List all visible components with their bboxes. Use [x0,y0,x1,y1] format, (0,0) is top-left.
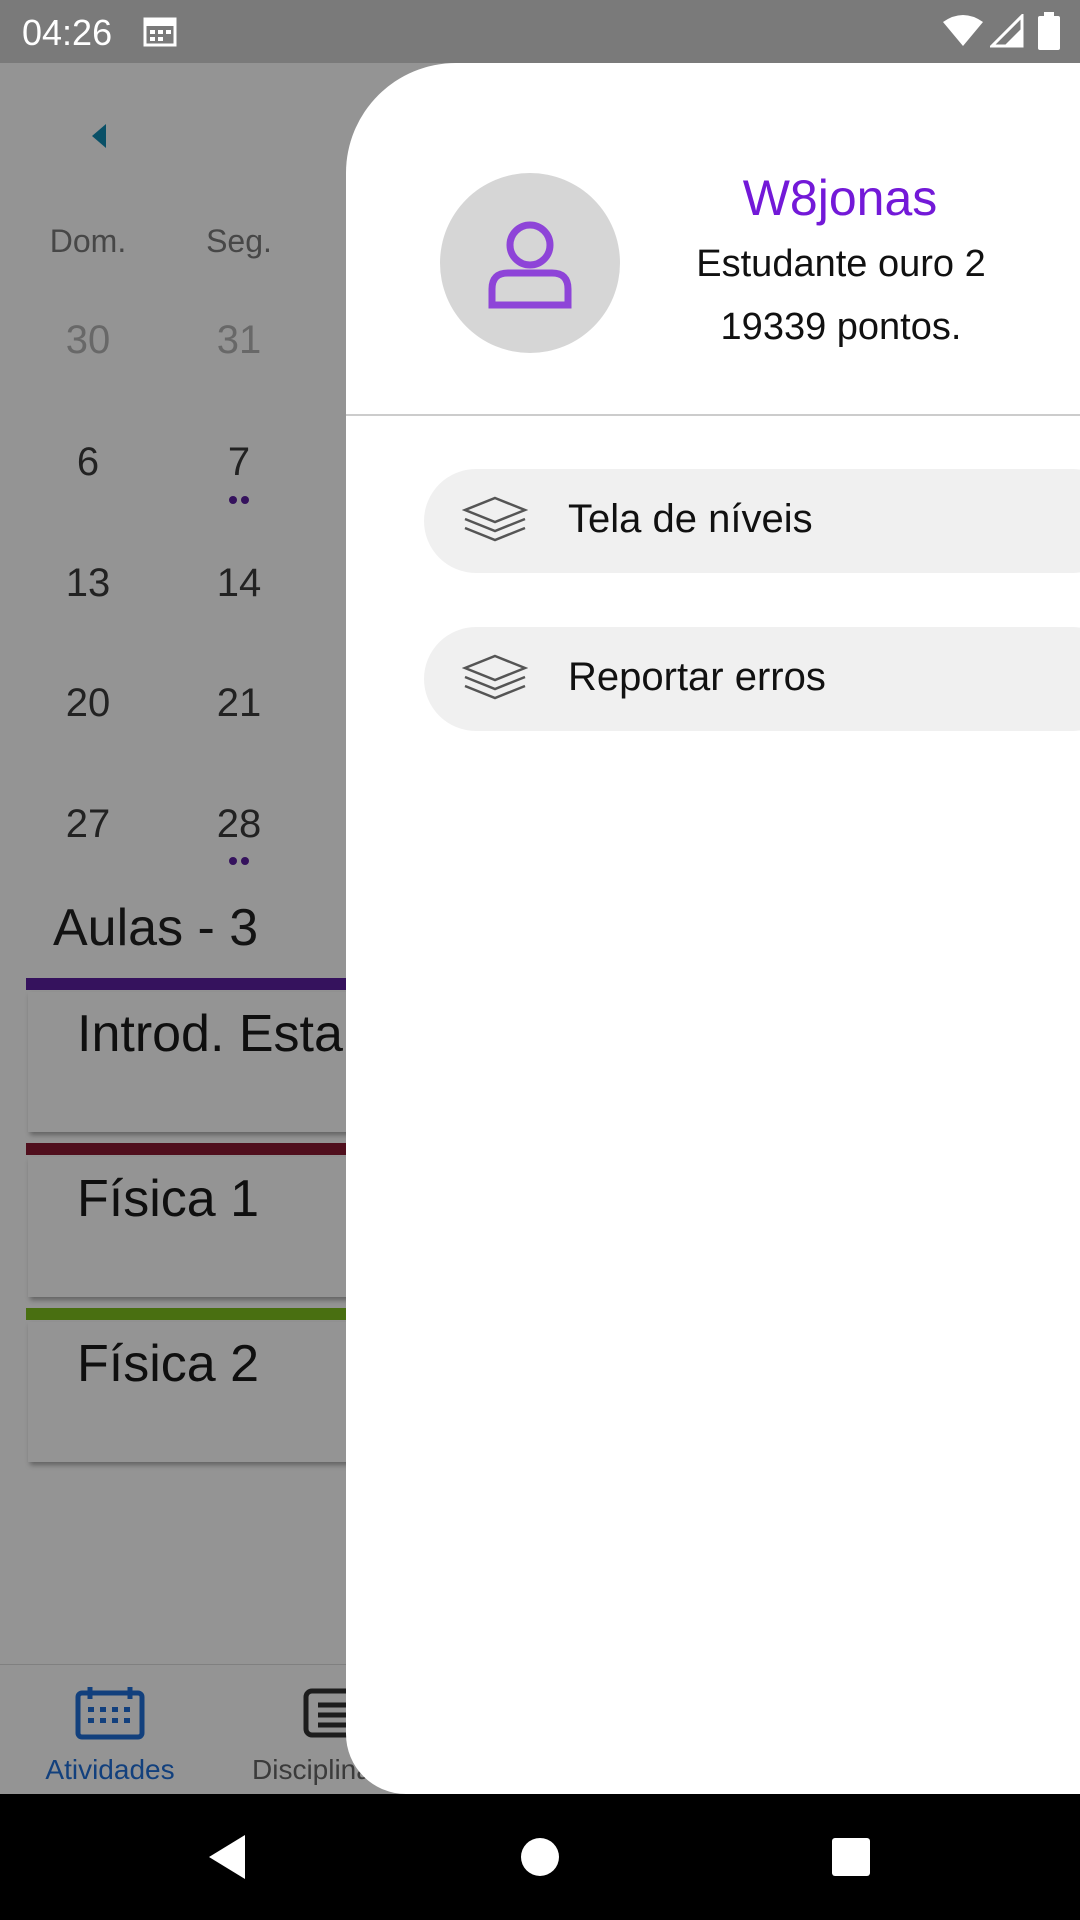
divider [346,414,1080,416]
signal-icon [990,14,1024,48]
status-time: 04:26 [22,12,113,53]
recents-icon[interactable] [830,1832,872,1882]
avatar[interactable] [440,173,620,353]
username: W8jonas [742,170,938,226]
calendar-notification-icon [143,17,177,47]
user-icon [488,221,572,309]
menu-item-report-errors[interactable]: Reportar erros [424,627,1080,731]
wifi-icon [943,15,983,46]
system-navigation-bar [0,1794,1080,1920]
menu-item-label: Reportar erros [568,655,826,699]
status-bar: 04:26 [0,0,1080,63]
back-icon[interactable] [205,1832,249,1882]
layers-icon [462,654,528,700]
navigation-drawer: W8jonas Estudante ouro 2 19339 pontos. T… [346,63,1080,1794]
layers-icon [462,496,528,542]
menu-item-levels[interactable]: Tela de níveis [424,469,1080,573]
user-rank: Estudante ouro 2 [696,243,986,285]
battery-icon [1038,12,1060,50]
menu-item-label: Tela de níveis [568,497,813,541]
user-points: 19339 pontos. [720,306,962,348]
home-icon[interactable] [520,1832,560,1882]
